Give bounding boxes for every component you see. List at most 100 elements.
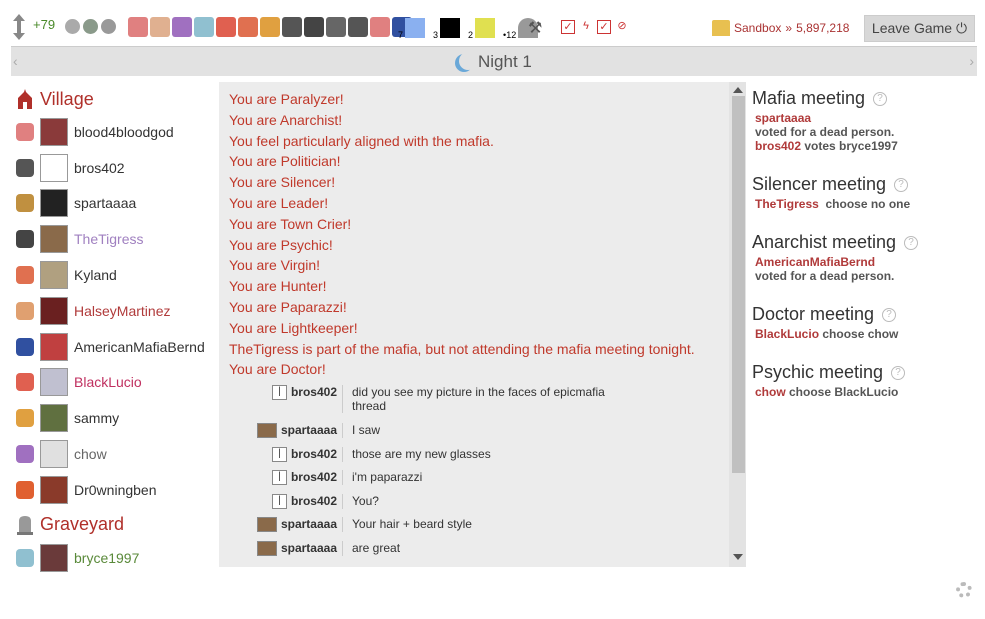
gear-icon[interactable] bbox=[956, 582, 972, 598]
player-row[interactable]: blood4bloodgod bbox=[16, 114, 210, 150]
role-icon[interactable] bbox=[348, 17, 368, 37]
help-icon[interactable]: ? bbox=[894, 177, 909, 192]
notebook-icon[interactable] bbox=[83, 19, 98, 34]
player-row[interactable]: Dr0wningben bbox=[16, 472, 210, 508]
help-icon[interactable] bbox=[101, 19, 116, 34]
chat-icon[interactable] bbox=[65, 19, 80, 34]
player-row[interactable]: spartaaaa bbox=[16, 186, 210, 222]
next-phase-button[interactable]: › bbox=[969, 53, 974, 69]
role-icon[interactable] bbox=[150, 17, 170, 37]
avatar[interactable] bbox=[40, 225, 68, 254]
player-name[interactable]: spartaaaa bbox=[74, 195, 206, 211]
message-author[interactable]: | bros402 bbox=[257, 470, 343, 485]
player-row[interactable]: AmericanMafiaBernd bbox=[16, 329, 210, 365]
avatar[interactable] bbox=[40, 117, 68, 146]
hammer-icon[interactable]: ⚒ bbox=[528, 18, 542, 38]
author-name[interactable]: bros402 bbox=[291, 385, 337, 399]
system-message: You are Psychic! bbox=[229, 236, 333, 253]
help-icon[interactable]: ? bbox=[904, 235, 919, 250]
author-name[interactable]: bros402 bbox=[291, 470, 337, 484]
help-icon[interactable]: ? bbox=[882, 307, 897, 322]
player-row[interactable]: TheTigress bbox=[16, 221, 210, 257]
role-icon[interactable] bbox=[194, 17, 214, 37]
role-icon[interactable] bbox=[326, 17, 346, 37]
voter-name[interactable]: chow bbox=[755, 385, 786, 399]
role-icon[interactable] bbox=[260, 17, 280, 37]
message-author[interactable]: spartaaaa bbox=[257, 541, 343, 556]
avatar[interactable] bbox=[40, 404, 68, 433]
message-author[interactable]: spartaaaa bbox=[257, 517, 343, 532]
message-author[interactable]: | bros402 bbox=[257, 447, 343, 462]
role-icon[interactable] bbox=[172, 17, 192, 37]
avatar[interactable] bbox=[40, 543, 68, 572]
player-row[interactable]: bryce1997 bbox=[16, 540, 210, 576]
avatar[interactable] bbox=[40, 475, 68, 504]
message-author[interactable]: | bros402 bbox=[257, 385, 343, 413]
player-name[interactable]: bros402 bbox=[74, 160, 206, 176]
author-name[interactable]: spartaaaa bbox=[281, 423, 337, 437]
player-row[interactable]: HalseyMartinez bbox=[16, 293, 210, 329]
player-name[interactable]: chow bbox=[74, 446, 206, 462]
author-name[interactable]: bros402 bbox=[291, 447, 337, 461]
player-row[interactable]: chow bbox=[16, 436, 210, 472]
avatar[interactable] bbox=[40, 368, 68, 397]
voter-name[interactable]: spartaaaa bbox=[755, 111, 811, 125]
prev-phase-button[interactable]: ‹ bbox=[13, 53, 18, 69]
role-icon[interactable] bbox=[304, 17, 324, 37]
role-icon[interactable] bbox=[216, 17, 236, 37]
checkbox-icon[interactable]: ✓ bbox=[561, 20, 575, 34]
help-icon[interactable]: ? bbox=[891, 365, 906, 380]
player-name[interactable]: TheTigress bbox=[74, 231, 206, 247]
role-icon[interactable] bbox=[370, 17, 390, 37]
eye-hidden-icon[interactable]: ⊘ bbox=[615, 20, 629, 34]
voter-name[interactable]: bros402 bbox=[755, 139, 801, 153]
message-author[interactable]: | bros402 bbox=[257, 494, 343, 509]
voter-name[interactable]: AmericanMafiaBernd bbox=[755, 255, 875, 269]
player-name[interactable]: AmericanMafiaBernd bbox=[74, 339, 206, 355]
author-name[interactable]: bros402 bbox=[291, 494, 337, 508]
player-row[interactable]: BlackLucio bbox=[16, 365, 210, 401]
player-name[interactable]: BlackLucio bbox=[74, 374, 206, 390]
player-row[interactable]: bros402 bbox=[16, 150, 210, 186]
toolbar-icons bbox=[65, 19, 116, 34]
help-icon[interactable]: ? bbox=[873, 91, 888, 106]
avatar[interactable] bbox=[40, 440, 68, 469]
avatar[interactable] bbox=[40, 261, 68, 290]
avatar[interactable] bbox=[40, 189, 68, 218]
player-name[interactable]: sammy bbox=[74, 410, 206, 426]
player-name[interactable]: Kyland bbox=[74, 267, 206, 283]
player-name[interactable]: Dr0wningben bbox=[74, 482, 206, 498]
author-name[interactable]: spartaaaa bbox=[281, 541, 337, 555]
player-name[interactable]: blood4bloodgod bbox=[74, 124, 206, 140]
role-icon bbox=[16, 445, 34, 464]
author-name[interactable]: spartaaaa bbox=[281, 517, 337, 531]
avatar[interactable] bbox=[40, 296, 68, 325]
sandbox-link[interactable]: Sandbox » 5,897,218 bbox=[712, 20, 849, 36]
role-icon[interactable] bbox=[282, 17, 302, 37]
vote-arrows-icon[interactable] bbox=[12, 14, 26, 40]
role-icon[interactable] bbox=[128, 17, 148, 37]
system-message: You are Paralyzer! bbox=[229, 91, 344, 107]
lightning-icon[interactable]: ϟ bbox=[579, 20, 593, 34]
checkbox-icon[interactable]: ✓ bbox=[597, 20, 611, 34]
scroll-up-icon[interactable] bbox=[733, 87, 743, 93]
avatar[interactable] bbox=[40, 332, 68, 361]
scroll-down-icon[interactable] bbox=[733, 554, 743, 560]
alignment-counts: 7 3 2 •12 bbox=[398, 13, 539, 40]
chat-scrollbar[interactable] bbox=[729, 82, 746, 567]
player-name[interactable]: HalseyMartinez bbox=[74, 303, 206, 319]
leave-game-button[interactable]: Leave Game ⏻ bbox=[864, 15, 975, 42]
player-name[interactable]: bryce1997 bbox=[74, 550, 206, 566]
message-author[interactable]: spartaaaa bbox=[257, 423, 343, 438]
scroll-thumb[interactable] bbox=[732, 96, 745, 473]
message-text: Your hair + beard style bbox=[352, 517, 472, 531]
chat-message: | bros402 You? bbox=[257, 494, 633, 509]
player-row[interactable]: sammy bbox=[16, 400, 210, 436]
avatar[interactable] bbox=[40, 153, 68, 182]
chat-log[interactable]: You are Paralyzer! You are Anarchist! You … bbox=[219, 82, 746, 567]
voter-name[interactable]: BlackLucio bbox=[755, 327, 819, 341]
player-row[interactable]: Kyland bbox=[16, 257, 210, 293]
voter-name[interactable]: TheTigress bbox=[755, 197, 819, 211]
role-icon[interactable] bbox=[238, 17, 258, 37]
message-text: did you see my picture in the faces of e… bbox=[352, 385, 605, 413]
